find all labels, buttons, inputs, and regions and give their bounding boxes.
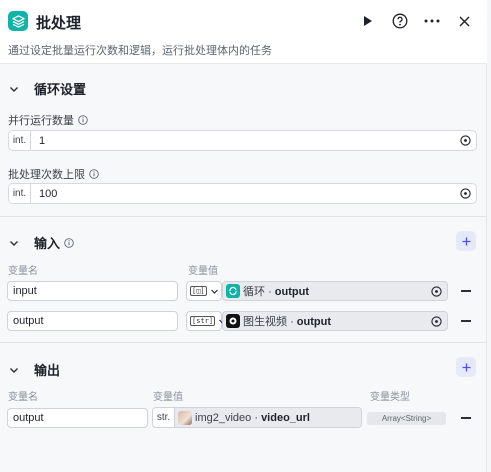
output-name-field[interactable]: output	[7, 408, 148, 428]
info-icon[interactable]	[89, 169, 99, 179]
str-type-tag: str.	[153, 408, 175, 427]
column-header-value: 变量值	[188, 266, 218, 277]
column-header-name: 变量名	[8, 392, 38, 403]
ref-node-name: img2_video	[195, 411, 252, 424]
close-icon[interactable]	[454, 11, 474, 31]
input-reference-text: 图生视频 · output	[243, 313, 431, 329]
parallel-count-text: 并行运行数量	[8, 115, 74, 127]
parallel-count-value[interactable]: 1	[39, 135, 460, 147]
batch-limit-text: 批处理次数上限	[8, 169, 85, 181]
panel-header: 批处理 通过设定批量运行次数和逻辑，运行批处理体内的任务	[0, 0, 487, 64]
batch-limit-value[interactable]: 100	[39, 188, 460, 200]
reference-circle-icon[interactable]	[431, 315, 442, 327]
input-name-field[interactable]: output	[7, 311, 178, 331]
remove-input-button[interactable]	[461, 290, 471, 292]
parallel-count-label: 并行运行数量	[8, 112, 88, 128]
value-mode-select[interactable]: [str]	[186, 311, 227, 331]
page-title: 批处理	[36, 15, 82, 32]
variable-type-badge: Array<String>	[367, 412, 446, 425]
outputs-toggle[interactable]: 输出	[8, 360, 60, 379]
node-avatar-icon	[178, 410, 192, 425]
chevron-down-icon	[8, 83, 20, 95]
ref-separator: ·	[290, 316, 294, 328]
batch-limit-label: 批处理次数上限	[8, 166, 99, 182]
video-gen-icon	[226, 314, 240, 328]
info-icon[interactable]	[78, 115, 88, 125]
output-reference-field[interactable]: str. img2_video · video_url	[152, 407, 362, 428]
section-title-inputs: 输入	[34, 236, 61, 251]
output-reference-text: img2_video · video_url	[195, 412, 361, 424]
ref-separator: ·	[254, 411, 258, 424]
value-mode-select[interactable]: [◫]	[186, 281, 222, 301]
reference-circle-icon[interactable]	[431, 285, 442, 297]
chevron-down-icon	[8, 364, 20, 376]
section-title-outputs: 输出	[34, 363, 61, 378]
info-icon[interactable]	[64, 237, 74, 248]
batch-stack-icon	[8, 11, 28, 31]
loop-icon	[226, 284, 240, 298]
input-reference-text: 循环 · output	[243, 283, 431, 299]
section-title-loop: 循环设置	[34, 82, 87, 97]
ref-node-name: 循环	[243, 286, 265, 298]
loop-settings-toggle[interactable]: 循环设置	[8, 79, 86, 98]
ref-field-name: output	[274, 286, 309, 298]
reference-circle-icon[interactable]	[460, 135, 471, 146]
help-icon[interactable]	[390, 11, 410, 31]
input-name-field[interactable]: input	[7, 281, 178, 301]
input-reference-field[interactable]: 图生视频 · output	[222, 311, 448, 331]
add-input-button[interactable]	[456, 231, 476, 251]
parallel-count-input[interactable]: int. 1	[8, 130, 477, 151]
int-type-tag: int.	[9, 184, 31, 203]
node-description: 通过设定批量运行次数和逻辑，运行批处理体内的任务	[8, 45, 272, 57]
array-type-icon: [◫]	[190, 286, 207, 296]
column-header-value: 变量值	[153, 392, 183, 403]
column-header-name: 变量名	[8, 266, 38, 277]
output-reference-value[interactable]: img2_video · video_url	[175, 408, 361, 427]
more-icon[interactable]	[422, 11, 442, 31]
ref-field-name: video_url	[261, 411, 310, 424]
column-header-type: 变量类型	[370, 392, 410, 403]
remove-output-button[interactable]	[461, 417, 471, 419]
batch-node-panel: 批处理 通过设定批量运行次数和逻辑，运行批处理体内的任务 循环设置 并行运行数量…	[0, 0, 487, 472]
divider	[0, 342, 487, 343]
chevron-down-icon	[210, 287, 219, 296]
ref-separator: ·	[268, 286, 272, 298]
run-button[interactable]	[358, 11, 378, 31]
int-type-tag: int.	[9, 131, 31, 150]
string-type-icon: [str]	[190, 316, 216, 326]
inputs-toggle[interactable]: 输入	[8, 233, 74, 252]
input-reference-field[interactable]: 循环 · output	[222, 281, 448, 301]
add-output-button[interactable]	[456, 357, 476, 377]
ref-field-name: output	[296, 316, 331, 328]
batch-limit-input[interactable]: int. 100	[8, 183, 477, 204]
reference-circle-icon[interactable]	[460, 188, 471, 199]
remove-input-button[interactable]	[461, 320, 471, 322]
divider	[0, 216, 487, 217]
ref-node-name: 图生视频	[243, 316, 287, 328]
chevron-down-icon	[8, 237, 20, 249]
